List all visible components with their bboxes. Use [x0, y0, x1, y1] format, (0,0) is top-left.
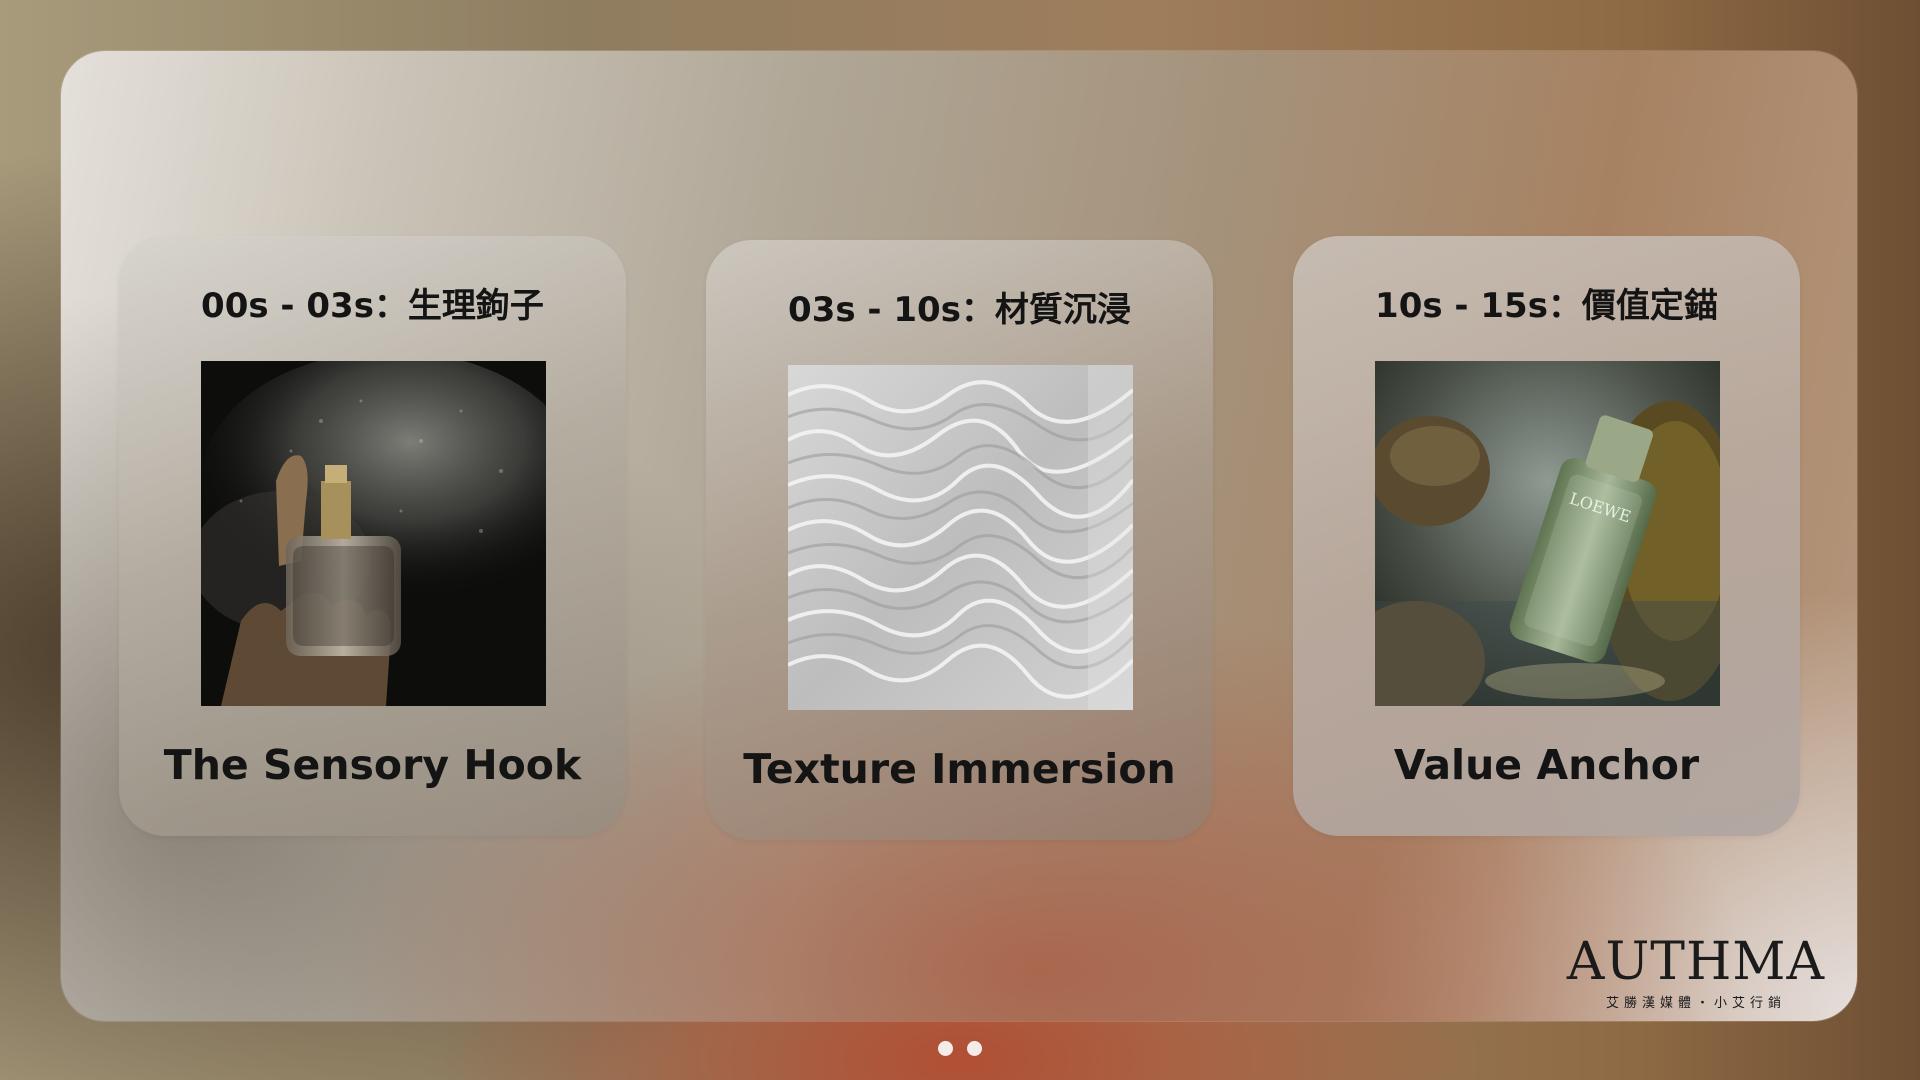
- pagination-dot-2[interactable]: [967, 1041, 982, 1056]
- card-caption: Value Anchor: [1393, 741, 1700, 789]
- card-caption: The Sensory Hook: [163, 741, 582, 789]
- scene-card-sensory-hook[interactable]: 00s - 03s：生理鉤子 The Sensory Hook: [119, 236, 626, 836]
- scene-card-texture-immersion[interactable]: 03s - 10s：材質沉浸 Texture Immersion: [706, 240, 1213, 840]
- pagination-dot-1[interactable]: [938, 1041, 953, 1056]
- perfume-spray-image: [201, 361, 546, 706]
- logo-subtitle: 艾勝漢媒體・小艾行銷: [1605, 996, 1786, 1011]
- water-ripple-image: [788, 365, 1133, 710]
- card-title: 10s - 15s：價值定錨: [1375, 286, 1718, 326]
- scene-card-value-anchor[interactable]: 10s - 15s：價值定錨 LOEWE Value Anchor: [1293, 236, 1800, 836]
- card-title: 00s - 03s：生理鉤子: [201, 286, 544, 326]
- slide-panel: 00s - 03s：生理鉤子 The Sensory Hook 03s - 10…: [61, 51, 1857, 1021]
- loewe-bottle-image: LOEWE: [1375, 361, 1720, 706]
- card-title: 03s - 10s：材質沉浸: [788, 290, 1131, 330]
- pagination-dots: [938, 1041, 982, 1056]
- authma-logo: AUTHMA 艾勝漢媒體・小艾行銷: [1566, 936, 1826, 1011]
- card-caption: Texture Immersion: [743, 745, 1176, 793]
- logo-wordmark: AUTHMA: [1566, 932, 1826, 992]
